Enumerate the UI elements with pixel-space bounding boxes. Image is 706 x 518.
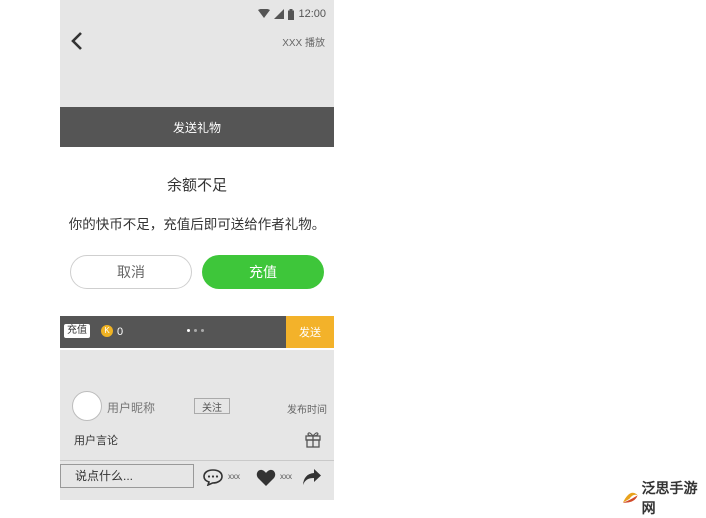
signal-icon bbox=[274, 9, 285, 19]
top-bar: XXX 播放 bbox=[60, 28, 334, 54]
heart-icon[interactable] bbox=[256, 469, 276, 487]
recharge-tag-button[interactable]: 充值 bbox=[64, 324, 90, 338]
dialog-title: 余额不足 bbox=[166, 177, 227, 194]
back-button[interactable] bbox=[68, 30, 88, 52]
watermark: 泛思手游网 bbox=[622, 478, 706, 518]
gift-icon[interactable] bbox=[304, 430, 322, 448]
status-time: 12:00 bbox=[298, 8, 326, 20]
cancel-button[interactable]: 取消 bbox=[70, 255, 192, 289]
comment-input[interactable]: 说点什么... bbox=[60, 464, 194, 488]
watermark-logo-icon bbox=[622, 492, 638, 503]
gift-panel: 发送礼物 余额不足 你的快币不足，充值后即可送给作者礼物。 取消 充值 充值 K… bbox=[60, 107, 334, 350]
user-nickname: 用户昵称 bbox=[107, 401, 156, 415]
avatar[interactable] bbox=[72, 391, 102, 421]
comment-input-bar: 说点什么... xxx xxx bbox=[60, 460, 334, 493]
send-gift-button[interactable]: 发送 bbox=[286, 316, 334, 348]
insufficient-balance-dialog: 余额不足 你的快币不足，充值后即可送给作者礼物。 取消 充值 bbox=[60, 147, 334, 340]
like-count: xxx bbox=[280, 472, 292, 481]
status-bar: 12:00 bbox=[60, 0, 334, 28]
follow-button[interactable]: 关注 bbox=[194, 398, 230, 414]
comment-count: xxx bbox=[228, 472, 240, 481]
back-arrow-icon bbox=[71, 32, 82, 50]
gift-panel-header: 发送礼物 bbox=[60, 107, 334, 147]
wifi-icon bbox=[258, 9, 271, 18]
user-comment-text: 用户言论 bbox=[74, 435, 118, 447]
coin-icon: K bbox=[101, 325, 113, 337]
comment-icon[interactable] bbox=[203, 468, 223, 487]
dialog-message: 你的快币不足，充值后即可送给作者礼物。 bbox=[68, 217, 326, 232]
coin-balance: 0 bbox=[117, 326, 124, 338]
watermark-text: 泛思手游网 bbox=[641, 480, 698, 516]
play-count-label: XXX 播放 bbox=[282, 38, 325, 49]
gift-bottom-bar: 充值 K 0 发送 bbox=[60, 316, 334, 348]
page-indicator bbox=[187, 329, 204, 332]
phone-screen: 12:00 XXX 播放 发送礼物 余额不足 你的快币不足，充值后即可送给作者礼… bbox=[60, 0, 334, 500]
post-user-row: 用户昵称 关注 发布时间 bbox=[60, 390, 334, 422]
post-time: 发布时间 bbox=[287, 405, 327, 416]
share-icon[interactable] bbox=[302, 468, 322, 486]
battery-icon bbox=[288, 8, 295, 20]
recharge-button[interactable]: 充值 bbox=[202, 255, 324, 289]
gift-icon-shape bbox=[305, 432, 321, 448]
